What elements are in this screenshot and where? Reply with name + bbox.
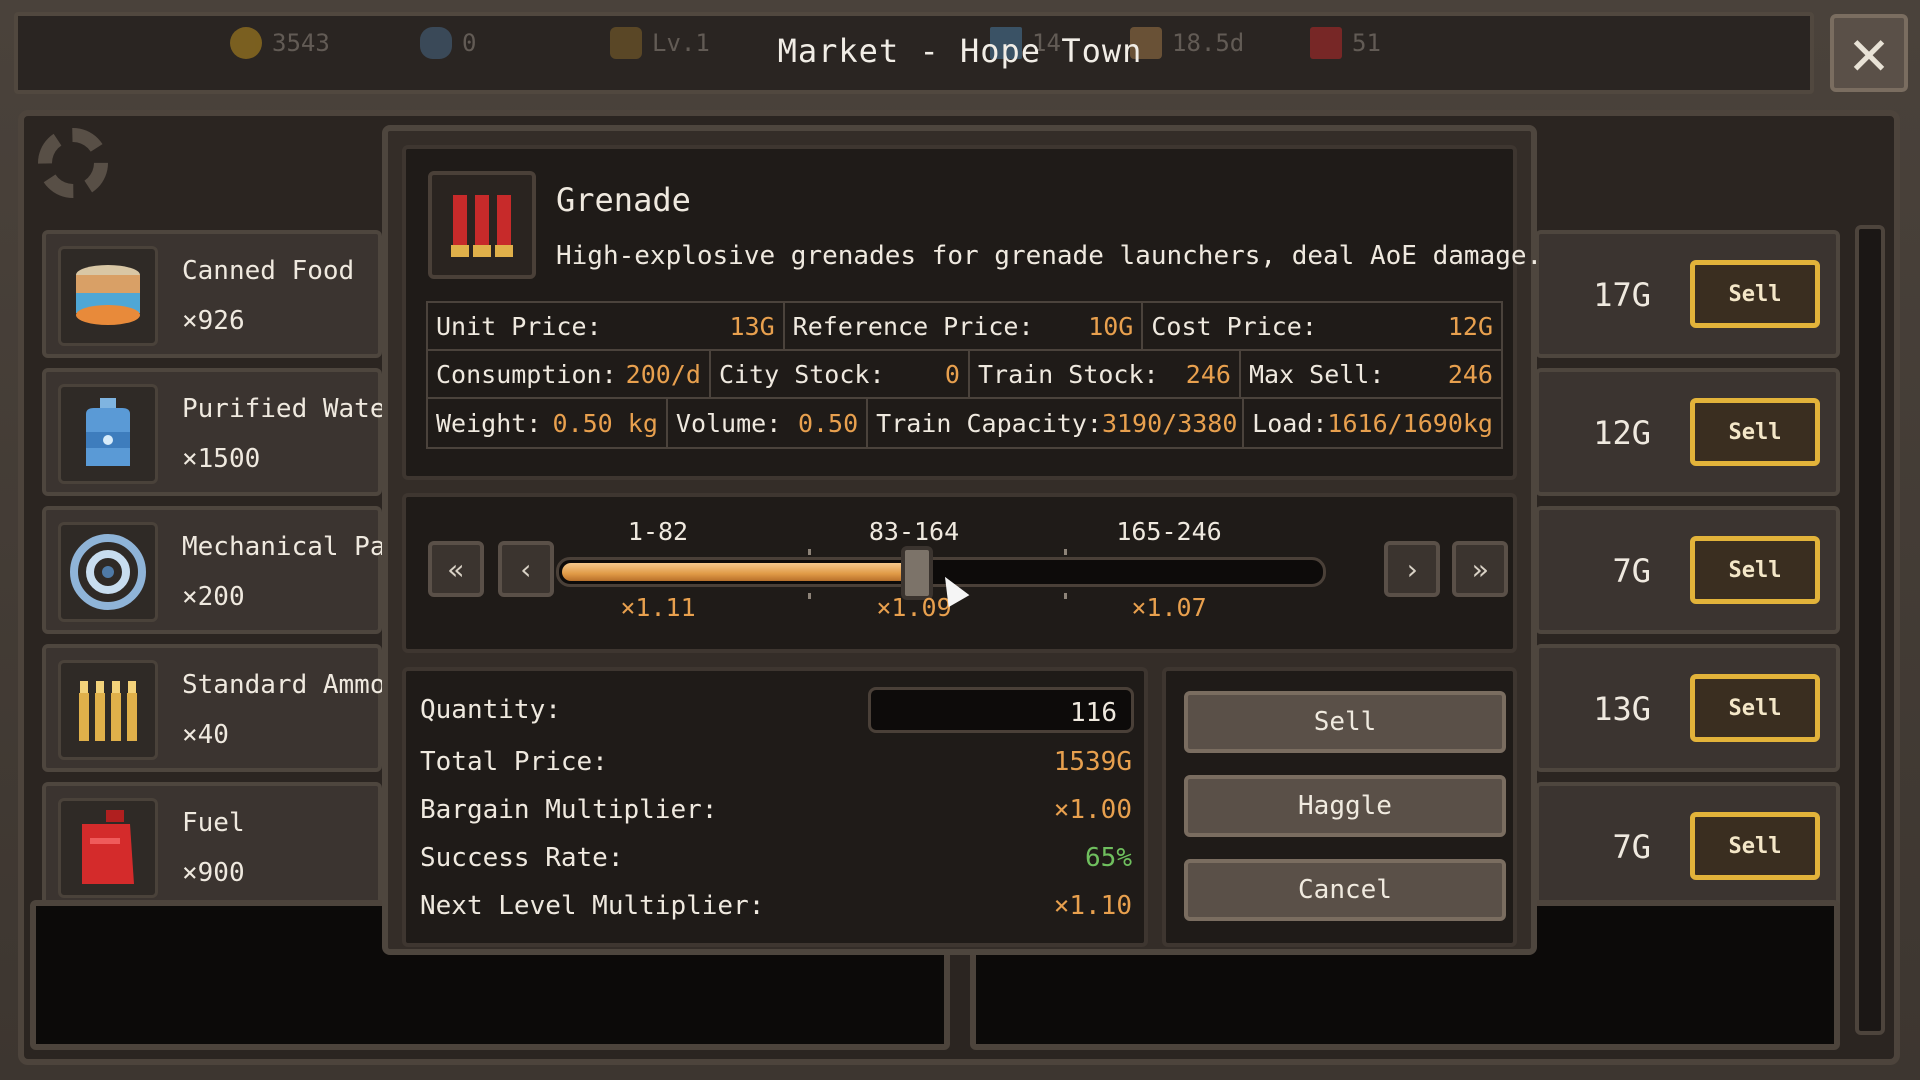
tier-multiplier-1: ×1.11 [620,593,696,622]
action-panel: Sell Haggle Cancel [1162,667,1517,947]
item-price: 13G [1593,690,1651,728]
increment-button[interactable]: › [1384,541,1440,597]
list-item[interactable]: Mechanical Parts ×200 [42,506,432,634]
tier-divider [808,593,811,599]
tier-divider [808,549,811,555]
jump-min-button[interactable]: « [428,541,484,597]
slider-handle[interactable] [901,546,933,600]
success-rate-row: Success Rate: 65% [420,843,1132,873]
tier-range-3: 165-246 [1116,517,1222,546]
stat-cell: Load: 1616/1690kg [1252,408,1493,438]
inventory-list: Canned Food ×926 Purified Water ×1500 Me… [42,230,432,920]
water-jug-icon [58,384,158,484]
list-item: 17G Sell [1535,230,1840,358]
item-price: 7G [1612,828,1651,866]
item-price: 17G [1593,276,1651,314]
list-item[interactable]: Purified Water ×1500 [42,368,401,496]
list-item: 7G Sell [1535,506,1840,634]
ammo-icon [58,660,158,760]
stats-table: Unit Price: 13G Reference Price: 10G Cost … [426,301,1503,449]
item-price: 7G [1612,552,1651,590]
grenade-shells-icon [428,171,536,279]
decrement-button[interactable]: ‹ [498,541,554,597]
next-level-row: Next Level Multiplier: ×1.10 [420,891,1132,921]
stat-cell: Cost Price: 12G [1151,311,1493,341]
sell-button[interactable]: Sell [1690,812,1820,880]
canned-food-icon [58,246,158,346]
stat-cell: Unit Price: 13G [428,303,785,349]
list-item[interactable]: Canned Food ×926 [42,230,382,358]
item-quantity: ×1500 [182,444,261,474]
list-item: 13G Sell [1535,644,1840,772]
item-name: Standard Ammo [182,670,386,700]
list-item: 7G Sell [1535,782,1840,910]
tier-range-2: 83-164 [868,517,960,546]
item-quantity: ×900 [182,858,245,888]
slider-fill [562,563,916,581]
jump-max-button[interactable]: » [1452,541,1508,597]
cancel-button[interactable]: Cancel [1184,859,1506,921]
stat-cell: Train Capacity: 3190/3380 [868,399,1245,447]
stat-cell: City Stock: 0 [711,351,970,397]
tier-divider [1064,593,1067,599]
confirm-sell-button[interactable]: Sell [1184,691,1506,753]
haggle-button[interactable]: Haggle [1184,775,1506,837]
gear-part-icon [58,522,158,622]
item-name: Canned Food [182,256,355,286]
item-quantity: ×200 [182,582,245,612]
item-description: High-explosive grenades for grenade laun… [556,241,1543,271]
close-button[interactable]: ✕ [1830,14,1908,92]
item-price: 12G [1593,414,1651,452]
list-item[interactable]: Fuel ×900 [42,782,382,910]
sell-button[interactable]: Sell [1690,260,1820,328]
sell-button[interactable]: Sell [1690,674,1820,742]
item-title: Grenade [556,181,691,219]
stats-row: Weight: 0.50 kg Volume: 0.50 Train Capacit… [428,399,1501,447]
bargain-row: Bargain Multiplier: ×1.00 [420,795,1132,825]
tier-range-1: 1-82 [627,517,689,546]
item-quantity: ×40 [182,720,229,750]
quantity-slider-panel: « ‹ 1-82 83-164 165-246 ×1.11 ×1.09 ×1.0… [402,493,1517,653]
stats-row: Consumption: 200/d City Stock: 0 Train Sto… [428,351,1501,399]
stat-cell: Reference Price: 10G [785,303,1144,349]
page-title: Market - Hope Town [777,32,1143,70]
scrollbar[interactable] [1855,225,1885,1035]
tier-multiplier-3: ×1.07 [1131,593,1207,622]
stat-cell: Weight: 0.50 kg [428,399,668,447]
total-price-row: Total Price: 1539G [420,747,1132,777]
sell-button[interactable]: Sell [1690,536,1820,604]
stat-cell: Max Sell: 246 [1248,359,1493,389]
item-info-panel: Grenade High-explosive grenades for gren… [402,145,1542,480]
stat-cell: Volume: 0.50 [668,399,869,447]
list-item[interactable]: Standard Ammo ×40 [42,644,386,772]
stat-cell: Train Stock: 246 [970,351,1241,397]
item-name: Fuel [182,808,245,838]
market-price-list: 17G Sell 12G Sell 7G Sell 13G Sell 7G Se… [1535,230,1840,920]
list-item: 12G Sell [1535,368,1840,496]
tier-divider [1064,549,1067,555]
item-quantity: ×926 [182,306,245,336]
sell-dialog: Grenade High-explosive grenades for gren… [382,125,1542,955]
gear-icon [38,128,108,198]
tier-multiplier-2: ×1.09 [876,593,952,622]
fuel-can-icon [58,798,158,898]
stats-row: Unit Price: 13G Reference Price: 10G Cost … [428,303,1501,351]
sell-button[interactable]: Sell [1690,398,1820,466]
item-name: Purified Water [182,394,402,424]
stat-cell: Consumption: 200/d [428,351,711,397]
quantity-input[interactable]: 116 [868,687,1134,733]
trade-summary: Quantity: 116 Total Price: 1539G Bargain… [402,667,1148,947]
